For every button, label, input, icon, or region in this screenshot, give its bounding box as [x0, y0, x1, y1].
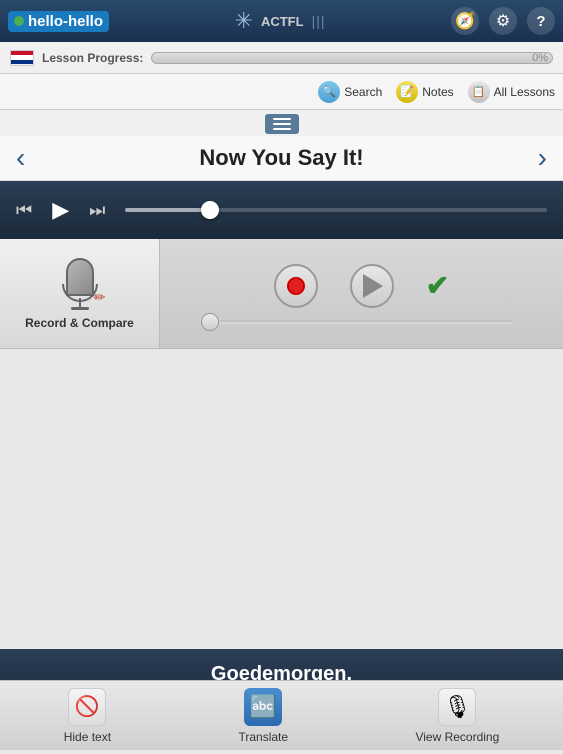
hide-text-label: Hide text: [64, 730, 111, 744]
view-recording-icon: 🎙: [438, 688, 476, 726]
hide-text-icon-glyph: 🚫: [75, 694, 100, 719]
help-icon[interactable]: ?: [527, 7, 555, 35]
fast-forward-button[interactable]: ⏭: [89, 200, 105, 221]
hide-text-button[interactable]: 🚫 Hide text: [64, 688, 111, 744]
record-controls: ✔: [274, 264, 449, 308]
logo-dot: [14, 16, 24, 26]
actfl-label: ACTFL: [261, 14, 304, 29]
audio-progress-knob[interactable]: [201, 201, 219, 219]
sub-navigation: 🔍 Search 📝 Notes 📋 All Lessons: [0, 74, 563, 110]
play-button[interactable]: ▶: [52, 197, 69, 223]
view-recording-icon-glyph: 🎙: [443, 694, 471, 720]
confirm-button[interactable]: ✔: [426, 269, 449, 302]
prev-page-arrow[interactable]: ‹: [16, 144, 25, 172]
edit-pencil-icon: ✏: [94, 289, 106, 306]
translate-icon-glyph: 🔤: [250, 694, 277, 720]
all-lessons-nav-item[interactable]: 📋 All Lessons: [468, 81, 555, 103]
play-triangle-icon: [363, 274, 383, 298]
hide-text-icon: 🚫: [68, 688, 106, 726]
next-page-arrow[interactable]: ›: [538, 144, 547, 172]
record-playback-slider[interactable]: [210, 320, 513, 324]
snowflake-icon: ✳: [235, 8, 253, 34]
all-lessons-nav-icon: 📋: [468, 81, 490, 103]
search-nav-icon: 🔍: [318, 81, 340, 103]
menu-line-2: [273, 123, 291, 125]
record-slider-knob: [201, 313, 219, 331]
all-lessons-nav-label: All Lessons: [494, 85, 555, 99]
notes-nav-item[interactable]: 📝 Notes: [396, 81, 453, 103]
view-recording-label: View Recording: [415, 730, 499, 744]
audio-progress-bar[interactable]: [125, 208, 547, 212]
audio-progress-done: [125, 208, 209, 212]
record-compare-label: Record & Compare: [25, 316, 134, 330]
translate-icon: 🔤: [244, 688, 282, 726]
page-title-area: ‹ Now You Say It! ›: [0, 136, 563, 181]
logo-area[interactable]: hello-hello: [8, 11, 109, 32]
audio-player: ⏮ ▶ ⏭: [0, 181, 563, 239]
translate-label: Translate: [238, 730, 288, 744]
progress-track: 0%: [151, 52, 553, 64]
record-section: ✏ Record & Compare ✔: [0, 239, 563, 349]
search-nav-item[interactable]: 🔍 Search: [318, 81, 382, 103]
record-dot: [287, 277, 305, 295]
top-right-icons: 🧭 ⚙ ?: [451, 7, 555, 35]
bottom-navigation: 🚫 Hide text 🔤 Translate 🎙 View Recording: [0, 680, 563, 750]
record-right-panel: ✔: [160, 239, 563, 348]
record-button[interactable]: [274, 264, 318, 308]
rewind-button[interactable]: ⏮: [16, 200, 32, 221]
page-title: Now You Say It!: [199, 145, 363, 171]
bars-icon: |||: [312, 13, 326, 29]
compass-icon[interactable]: 🧭: [451, 7, 479, 35]
menu-bar-area: [0, 110, 563, 136]
top-navigation-bar: hello-hello ✳ ACTFL ||| 🧭 ⚙ ?: [0, 0, 563, 42]
microphone-icon: ✏: [54, 258, 106, 310]
dutch-flag: [10, 50, 34, 66]
settings-icon[interactable]: ⚙: [489, 7, 517, 35]
lesson-progress-bar: Lesson Progress: 0%: [0, 42, 563, 74]
logo-text: hello-hello: [28, 13, 103, 30]
top-center-area: ✳ ACTFL |||: [235, 8, 326, 34]
progress-percent: 0%: [532, 52, 548, 64]
translate-button[interactable]: 🔤 Translate: [238, 688, 288, 744]
menu-line-3: [273, 128, 291, 130]
content-area: [0, 349, 563, 499]
hamburger-menu[interactable]: [265, 114, 299, 134]
view-recording-button[interactable]: 🎙 View Recording: [415, 688, 499, 744]
mic-base: [71, 307, 89, 310]
playback-button[interactable]: [350, 264, 394, 308]
lesson-progress-label: Lesson Progress:: [42, 51, 143, 65]
record-left-panel[interactable]: ✏ Record & Compare: [0, 239, 160, 348]
notes-nav-label: Notes: [422, 85, 453, 99]
checkmark-icon: ✔: [426, 270, 449, 301]
menu-line-1: [273, 118, 291, 120]
search-nav-label: Search: [344, 85, 382, 99]
notes-nav-icon: 📝: [396, 81, 418, 103]
logo: hello-hello: [8, 11, 109, 32]
